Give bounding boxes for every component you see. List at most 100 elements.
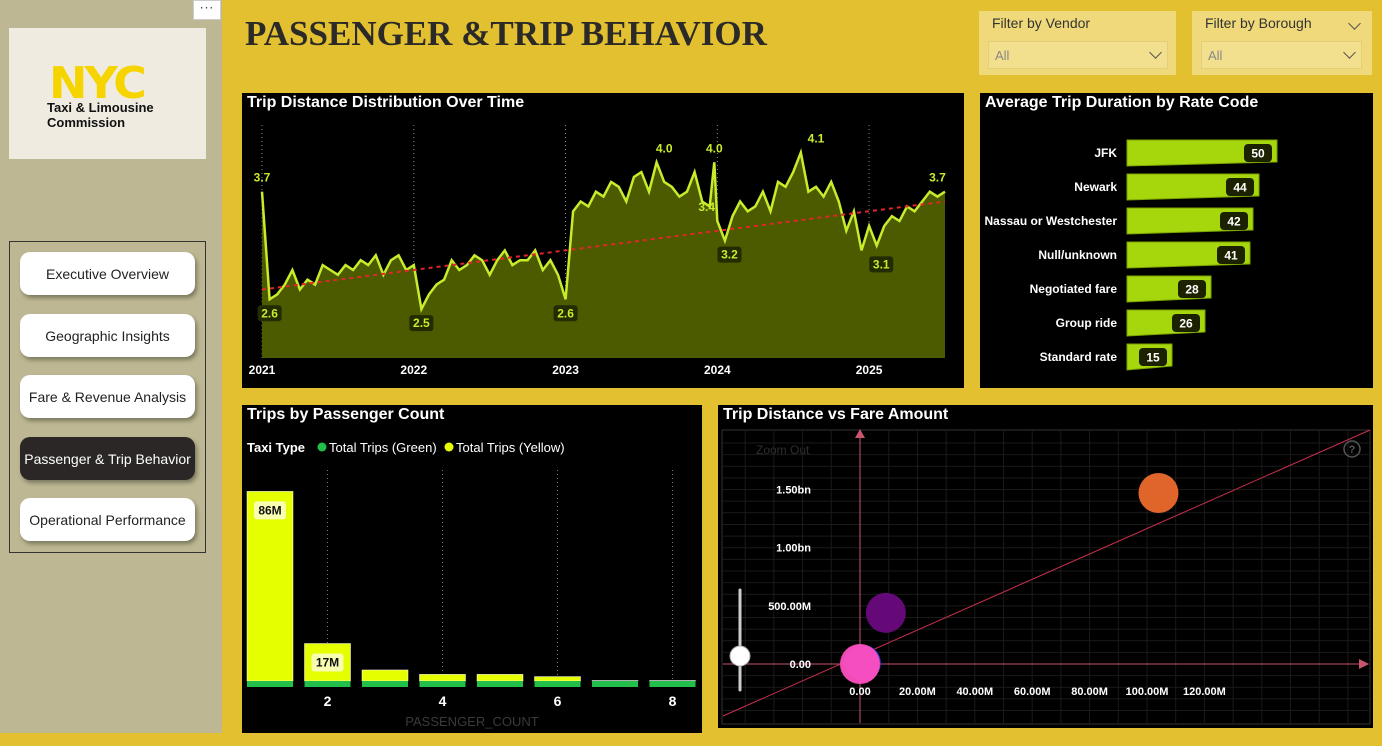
data-label: 2.6 xyxy=(557,306,574,320)
data-label: 28 xyxy=(1185,283,1199,297)
nav-fare-revenue-analysis[interactable]: Fare & Revenue Analysis xyxy=(20,375,195,418)
x-tick-label: 80.00M xyxy=(1071,686,1108,698)
scatter-point xyxy=(840,644,880,684)
chevron-down-icon[interactable] xyxy=(1348,17,1361,30)
y-tick-label: 1.50bn xyxy=(776,485,811,497)
y-tick-label: 0.00 xyxy=(790,659,811,671)
data-label: 44 xyxy=(1233,181,1247,195)
plot-border xyxy=(721,429,1371,725)
data-label: 3.7 xyxy=(254,171,271,185)
data-label: 3.2 xyxy=(721,248,738,262)
passenger-count-panel: Trips by Passenger Count Taxi Type Total … xyxy=(242,405,702,733)
data-label: 26 xyxy=(1179,317,1193,331)
chevron-down-icon xyxy=(1149,46,1162,59)
navigation-panel: Executive Overview Geographic Insights F… xyxy=(9,241,206,553)
bar-yellow xyxy=(361,669,409,682)
legend-label-green: Total Trips (Green) xyxy=(329,440,437,455)
data-label: 3.1 xyxy=(873,257,890,271)
area-fill xyxy=(262,152,945,358)
bar-yellow xyxy=(419,674,466,682)
vendor-filter-value: All xyxy=(995,48,1010,63)
bar-green xyxy=(247,681,293,687)
x-tick-label: 6 xyxy=(554,693,562,709)
scatter-chart[interactable]: Zoom Out ? 0.00 500.00M 1.00bn 1.50bn 0.00 20.0… xyxy=(718,405,1373,728)
x-tick-label: 8 xyxy=(669,693,677,709)
rate-code-chart[interactable]: JFK 50 Newark 44 Nassau or Westchester 42 Null… xyxy=(980,93,1373,388)
vendor-filter-label: Filter by Vendor xyxy=(992,15,1091,31)
data-label: 50 xyxy=(1251,147,1265,161)
x-axis-arrow xyxy=(1359,659,1369,669)
data-label: 4.0 xyxy=(656,141,673,155)
bar-yellow xyxy=(246,491,294,682)
legend-title: Taxi Type xyxy=(247,440,305,455)
passenger-count-chart[interactable]: Taxi Type Total Trips (Green) Total Trips … xyxy=(242,405,702,733)
more-options-button[interactable]: ··· xyxy=(193,0,221,20)
x-tick-label: 2 xyxy=(324,693,332,709)
trip-distance-chart[interactable]: 2021 2022 2023 2024 2025 3.7 2.6 2.5 2.6 4.0 4.0 3.… xyxy=(242,93,964,388)
data-label: 41 xyxy=(1224,249,1238,263)
page-title: PASSENGER &TRIP BEHAVIOR xyxy=(245,14,767,53)
x-tick-label: 100.00M xyxy=(1126,686,1169,698)
bar-green xyxy=(304,681,351,687)
category-label: JFK xyxy=(1094,146,1117,160)
help-icon-glyph: ? xyxy=(1349,444,1356,456)
logo-card: NYC Taxi & Limousine Commission xyxy=(9,28,206,159)
nav-executive-overview[interactable]: Executive Overview xyxy=(20,252,195,295)
trip-distance-panel: Trip Distance Distribution Over Time 202… xyxy=(242,93,964,388)
bar-green xyxy=(477,681,523,687)
rate-code-panel: Average Trip Duration by Rate Code JFK 50… xyxy=(980,93,1373,388)
legend-label-yellow: Total Trips (Yellow) xyxy=(456,440,565,455)
vendor-filter-select[interactable]: All xyxy=(988,41,1168,69)
bar-green xyxy=(649,681,696,687)
scatter-point xyxy=(865,592,906,633)
y-tick-label: 1.00bn xyxy=(776,543,811,555)
bar-yellow xyxy=(534,676,581,682)
category-label: Negotiated fare xyxy=(1030,282,1118,296)
data-label: 3.7 xyxy=(929,171,946,185)
x-tick-label: 2022 xyxy=(400,363,427,377)
y-tick-label: 500.00M xyxy=(768,601,811,613)
category-label: Nassau or Westchester xyxy=(984,214,1117,228)
x-tick-label: 4 xyxy=(439,693,447,709)
borough-filter-select[interactable]: All xyxy=(1201,41,1362,69)
data-label: 42 xyxy=(1227,215,1241,229)
scatter-panel: Trip Distance vs Fare Amount Zoom Out? 0.… xyxy=(718,405,1373,728)
vendor-filter: Filter by Vendor All xyxy=(979,11,1176,75)
bar-green xyxy=(592,681,638,687)
data-label: 4.0 xyxy=(706,141,723,155)
x-tick-label: 2025 xyxy=(856,363,883,377)
x-tick-label: 20.00M xyxy=(899,686,936,698)
data-label: 17M xyxy=(316,656,339,670)
borough-filter-value: All xyxy=(1208,48,1223,63)
borough-filter: Filter by Borough All xyxy=(1192,11,1372,75)
zoom-out-button: Zoom Out xyxy=(756,443,810,457)
nav-geographic-insights[interactable]: Geographic Insights xyxy=(20,314,195,357)
data-label: 3.4 xyxy=(698,200,715,214)
category-label: Group ride xyxy=(1056,316,1118,330)
x-tick-label: 0.00 xyxy=(849,686,870,698)
legend-marker-green xyxy=(317,442,327,452)
x-axis-title: PASSENGER_COUNT xyxy=(405,714,538,729)
x-tick-label: 2023 xyxy=(552,363,579,377)
chevron-down-icon xyxy=(1343,46,1356,59)
x-tick-label: 2024 xyxy=(704,363,731,377)
legend-marker-yellow xyxy=(444,442,454,452)
category-label: Standard rate xyxy=(1040,350,1118,364)
data-label: 2.5 xyxy=(413,316,430,330)
x-tick-label: 60.00M xyxy=(1014,686,1051,698)
category-label: Newark xyxy=(1074,180,1117,194)
borough-filter-label: Filter by Borough xyxy=(1205,15,1312,31)
x-tick-label: 40.00M xyxy=(956,686,993,698)
bar-green xyxy=(362,681,408,687)
data-label: 86M xyxy=(258,503,281,517)
data-label: 4.1 xyxy=(808,132,825,146)
bar-yellow xyxy=(476,674,524,682)
data-label: 15 xyxy=(1146,351,1160,365)
nav-operational-performance[interactable]: Operational Performance xyxy=(20,498,195,541)
scatter-point xyxy=(1138,473,1179,514)
logo-line-2: Commission xyxy=(47,115,126,130)
data-label: 2.6 xyxy=(261,306,278,320)
category-label: Null/unknown xyxy=(1038,248,1117,262)
nav-passenger-trip-behavior[interactable]: Passenger & Trip Behavior xyxy=(20,437,195,480)
bar-green xyxy=(419,681,466,687)
